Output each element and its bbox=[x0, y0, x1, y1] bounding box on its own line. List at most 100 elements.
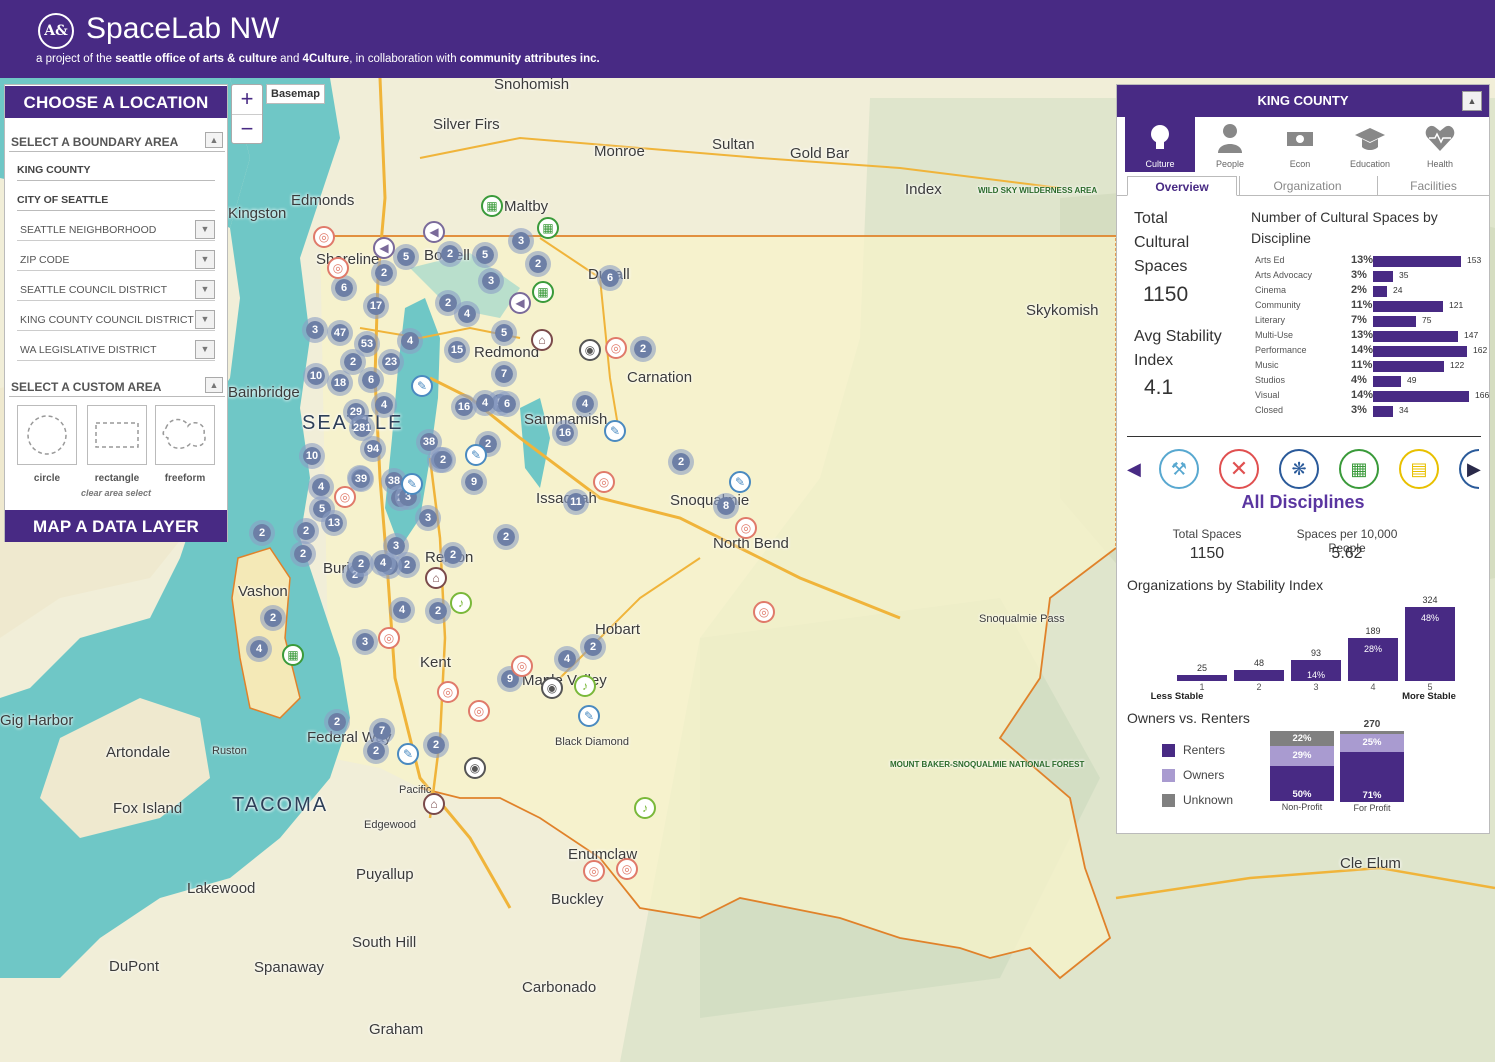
dropdown-seattle-neighborhood[interactable]: SEATTLE NEIGHBORHOOD ▼ bbox=[17, 219, 215, 241]
map-cluster-marker[interactable]: 2 bbox=[440, 542, 466, 568]
collapse-up-icon[interactable]: ▲ bbox=[205, 132, 223, 148]
rectangle-select-button[interactable] bbox=[87, 405, 147, 465]
zoom-in-button[interactable]: + bbox=[232, 85, 262, 114]
map-cluster-marker[interactable]: 4 bbox=[454, 301, 480, 327]
tab-education[interactable]: Education bbox=[1335, 117, 1405, 172]
chevron-left-icon[interactable]: ◀ bbox=[1127, 459, 1141, 480]
music-icon[interactable]: ♪ bbox=[574, 675, 596, 697]
tab-organization[interactable]: Organization bbox=[1239, 176, 1375, 196]
collapse-up-icon[interactable]: ▲ bbox=[1462, 91, 1482, 111]
cinema-icon[interactable]: ◉ bbox=[464, 757, 486, 779]
tab-culture[interactable]: Culture bbox=[1125, 117, 1195, 172]
music-icon[interactable]: ♪ bbox=[450, 592, 472, 614]
community-icon[interactable]: ⌂ bbox=[425, 567, 447, 589]
custom-area-heading[interactable]: SELECT A CUSTOM AREA ▲ bbox=[9, 375, 225, 397]
arts-ed-icon[interactable]: ◎ bbox=[753, 601, 775, 623]
map-cluster-marker[interactable]: 2 bbox=[630, 336, 656, 362]
arts-ed-icon[interactable]: ◎ bbox=[468, 700, 490, 722]
arts-ed-icon[interactable]: ◎ bbox=[735, 517, 757, 539]
map-cluster-marker[interactable]: 11 bbox=[563, 489, 589, 515]
chevron-right-icon[interactable]: ▶ bbox=[1467, 459, 1481, 480]
advocacy-icon[interactable]: ◀ bbox=[373, 237, 395, 259]
map-cluster-marker[interactable]: 13 bbox=[321, 510, 347, 536]
dropdown-zip-code[interactable]: ZIP CODE ▼ bbox=[17, 249, 215, 271]
map-cluster-marker[interactable]: 5 bbox=[393, 244, 419, 270]
boundary-area-heading[interactable]: SELECT A BOUNDARY AREA ▲ bbox=[9, 130, 225, 152]
arts-ed-icon[interactable]: ◎ bbox=[378, 627, 400, 649]
tab-health[interactable]: Health bbox=[1405, 117, 1475, 172]
arts-ed-icon[interactable]: ◎ bbox=[616, 858, 638, 880]
clear-area-select-link[interactable]: clear area select bbox=[5, 488, 227, 498]
map-cluster-marker[interactable]: 4 bbox=[389, 597, 415, 623]
facility-icon[interactable]: ▦ bbox=[532, 281, 554, 303]
map-cluster-marker[interactable]: 4 bbox=[308, 474, 334, 500]
collapse-up-icon[interactable]: ▲ bbox=[205, 377, 223, 393]
map-cluster-marker[interactable]: 4 bbox=[572, 391, 598, 417]
map-cluster-marker[interactable]: 5 bbox=[491, 320, 517, 346]
map-cluster-marker[interactable]: 3 bbox=[352, 629, 378, 655]
visual-icon[interactable]: ✎ bbox=[465, 444, 487, 466]
advocacy-icon[interactable]: ◀ bbox=[423, 221, 445, 243]
map-cluster-marker[interactable]: 10 bbox=[303, 363, 329, 389]
map-cluster-marker[interactable]: 2 bbox=[348, 551, 374, 577]
map-cluster-marker[interactable]: 15 bbox=[444, 337, 470, 363]
basemap-button[interactable]: Basemap bbox=[266, 84, 325, 104]
map-cluster-marker[interactable]: 5 bbox=[472, 242, 498, 268]
arts-ed-icon[interactable]: ◎ bbox=[511, 655, 533, 677]
map-cluster-marker[interactable]: 7 bbox=[491, 361, 517, 387]
map-cluster-marker[interactable]: 8 bbox=[713, 493, 739, 519]
dropdown-seattle-council-district[interactable]: SEATTLE COUNCIL DISTRICT ▼ bbox=[17, 279, 215, 301]
choose-location-heading[interactable]: CHOOSE A LOCATION bbox=[5, 86, 227, 118]
map-cluster-marker[interactable]: 16 bbox=[552, 420, 578, 446]
visual-icon[interactable]: ✎ bbox=[578, 705, 600, 727]
community-icon[interactable]: ⌂ bbox=[423, 793, 445, 815]
map-cluster-marker[interactable]: 9 bbox=[461, 469, 487, 495]
community-icon[interactable]: ⌂ bbox=[531, 329, 553, 351]
map-cluster-marker[interactable]: 10 bbox=[299, 443, 325, 469]
anvil-icon[interactable]: ⚒ bbox=[1159, 449, 1199, 489]
advocacy-icon[interactable]: ◀ bbox=[509, 292, 531, 314]
map-cluster-marker[interactable]: 2 bbox=[580, 634, 606, 660]
arts-ed-icon[interactable]: ◎ bbox=[605, 337, 627, 359]
map-data-layer-button[interactable]: MAP A DATA LAYER bbox=[5, 510, 227, 542]
map-cluster-marker[interactable]: 4 bbox=[554, 646, 580, 672]
visual-icon[interactable]: ✎ bbox=[397, 743, 419, 765]
dropdown-wa-legislative-district[interactable]: WA LEGISLATIVE DISTRICT ▼ bbox=[17, 339, 215, 361]
clapperboard-icon[interactable]: ▤ bbox=[1399, 449, 1439, 489]
zoom-out-button[interactable]: − bbox=[232, 114, 262, 143]
map-cluster-marker[interactable]: 2 bbox=[423, 732, 449, 758]
map-cluster-marker[interactable]: 2 bbox=[668, 449, 694, 475]
boundary-king-county[interactable]: KING COUNTY bbox=[17, 159, 215, 181]
visual-icon[interactable]: ✎ bbox=[401, 473, 423, 495]
map-cluster-marker[interactable]: 17 bbox=[363, 293, 389, 319]
circle-select-button[interactable] bbox=[17, 405, 77, 465]
map-cluster-marker[interactable]: 3 bbox=[302, 317, 328, 343]
map-cluster-marker[interactable]: 47 bbox=[327, 320, 353, 346]
arts-ed-icon[interactable]: ◎ bbox=[327, 257, 349, 279]
map-cluster-marker[interactable]: 2 bbox=[493, 524, 519, 550]
map-cluster-marker[interactable]: 3 bbox=[478, 268, 504, 294]
facility-icon[interactable]: ▦ bbox=[537, 217, 559, 239]
facility-icon[interactable]: ▦ bbox=[481, 195, 503, 217]
map-cluster-marker[interactable]: 2 bbox=[437, 241, 463, 267]
visual-icon[interactable]: ✎ bbox=[411, 375, 433, 397]
app-logo[interactable]: A& bbox=[38, 13, 74, 49]
map-cluster-marker[interactable]: 2 bbox=[249, 520, 275, 546]
map-cluster-marker[interactable]: 6 bbox=[494, 391, 520, 417]
arts-ed-icon[interactable]: ◎ bbox=[593, 471, 615, 493]
arts-ed-icon[interactable]: ◎ bbox=[437, 681, 459, 703]
map-cluster-marker[interactable]: 2 bbox=[260, 605, 286, 631]
map-cluster-marker[interactable]: 2 bbox=[371, 260, 397, 286]
cinema-icon[interactable]: ◉ bbox=[579, 339, 601, 361]
tab-econ[interactable]: Econ bbox=[1265, 117, 1335, 172]
map-cluster-marker[interactable]: 3 bbox=[415, 505, 441, 531]
performance-icon[interactable]: ◎ bbox=[313, 226, 335, 248]
map-cluster-marker[interactable]: 2 bbox=[324, 709, 350, 735]
map-cluster-marker[interactable]: 2 bbox=[290, 541, 316, 567]
freeform-select-button[interactable] bbox=[155, 405, 215, 465]
map-cluster-marker[interactable]: 6 bbox=[331, 275, 357, 301]
map-cluster-marker[interactable]: 6 bbox=[597, 265, 623, 291]
map-cluster-marker[interactable]: 94 bbox=[360, 436, 386, 462]
map-cluster-marker[interactable]: 23 bbox=[378, 349, 404, 375]
visual-icon[interactable]: ✎ bbox=[729, 471, 751, 493]
